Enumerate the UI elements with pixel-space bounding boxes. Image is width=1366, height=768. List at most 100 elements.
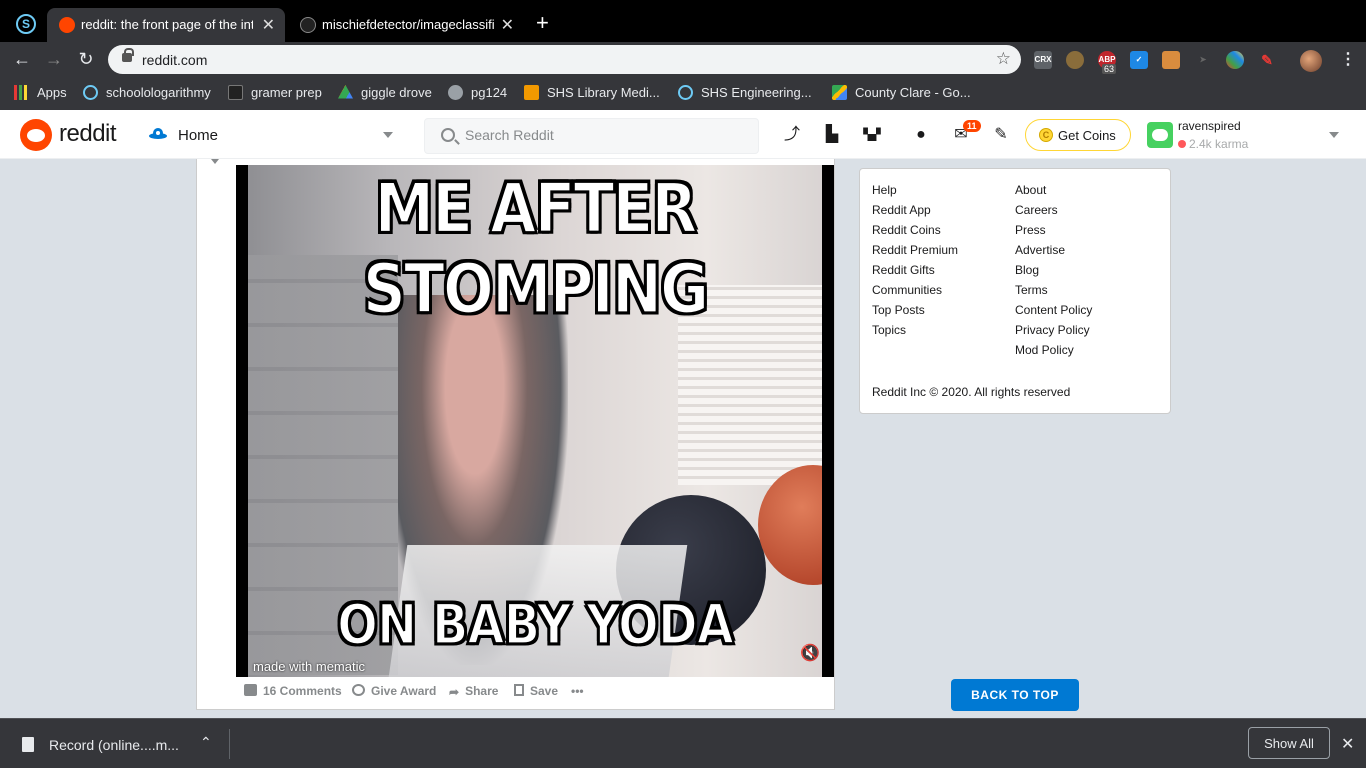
close-downloads-icon[interactable]: ✕ xyxy=(1341,734,1354,754)
chevron-down-icon[interactable] xyxy=(383,132,393,138)
karma-count: 2.4k karma xyxy=(1189,137,1249,151)
meme-bottom-caption: ON BABY YODA xyxy=(336,592,735,659)
home-feed-label[interactable]: Home xyxy=(178,127,218,144)
bookmark-giggle-drove[interactable]: giggle drove xyxy=(338,85,432,100)
extension-badge: 63 xyxy=(1102,64,1117,74)
mute-icon[interactable]: 🔇 xyxy=(800,643,820,663)
give-award-button[interactable]: Give Award xyxy=(352,684,436,698)
footer-link-privacy-policy[interactable]: Privacy Policy xyxy=(1015,323,1090,337)
reload-icon[interactable]: ↻ xyxy=(75,49,97,70)
bookmark-star-icon[interactable]: ☆ xyxy=(996,49,1011,69)
footer-link-reddit-gifts[interactable]: Reddit Gifts xyxy=(872,263,935,277)
chrome-profile-avatar[interactable] xyxy=(1300,50,1322,72)
footer-link-reddit-coins[interactable]: Reddit Coins xyxy=(872,223,941,237)
owl-extension-icon[interactable] xyxy=(1066,51,1084,69)
search-input[interactable] xyxy=(465,127,745,143)
footer-link-top-posts[interactable]: Top Posts xyxy=(872,303,925,317)
footer-link-advertise[interactable]: Advertise xyxy=(1015,243,1065,257)
bookmark-label: pg124 xyxy=(471,85,508,100)
box-extension-icon[interactable] xyxy=(1162,51,1180,69)
download-item-name[interactable]: Record (online....m... xyxy=(49,737,179,753)
username[interactable]: ravenspired xyxy=(1178,119,1241,133)
footer-link-careers[interactable]: Careers xyxy=(1015,203,1058,217)
bookmark-label: County Clare - Go... xyxy=(855,85,971,100)
footer-link-mod-policy[interactable]: Mod Policy xyxy=(1015,343,1074,357)
apps-grid-icon xyxy=(14,85,29,100)
footer-link-communities[interactable]: Communities xyxy=(872,283,942,297)
bookmark-label: Apps xyxy=(37,85,67,100)
collapse-caret-icon[interactable] xyxy=(211,159,219,164)
save-button[interactable]: Save xyxy=(514,684,558,698)
footer-link-content-policy[interactable]: Content Policy xyxy=(1015,303,1092,317)
bookmark-apps[interactable]: Apps xyxy=(14,85,67,100)
user-menu-chevron-icon[interactable] xyxy=(1329,132,1339,138)
checkmark-extension-icon[interactable]: ✓ xyxy=(1130,51,1148,69)
share-button[interactable]: ➦ Share xyxy=(449,684,498,699)
notification-badge: 11 xyxy=(963,120,981,132)
bookmark-pg124[interactable]: pg124 xyxy=(448,85,507,100)
browser-toolbar: ← → ↻ reddit.com ☆ CRX ABP ✓ ➤ ✎ ⋮ xyxy=(0,42,1366,78)
footer-link-terms[interactable]: Terms xyxy=(1015,283,1048,297)
footer-link-blog[interactable]: Blog xyxy=(1015,263,1039,277)
address-bar[interactable]: reddit.com ☆ xyxy=(108,45,1021,74)
footer-link-press[interactable]: Press xyxy=(1015,223,1046,237)
tab-reddit[interactable]: reddit: the front page of the internet ✕ xyxy=(47,8,285,42)
forward-arrow-icon[interactable]: → xyxy=(43,49,65,70)
arrow-extension-icon[interactable]: ➤ xyxy=(1194,51,1212,69)
tab-title: mischiefdetector/imageclassifier xyxy=(322,17,494,32)
schoology-icon xyxy=(678,85,693,100)
get-coins-button[interactable]: C Get Coins xyxy=(1025,119,1131,151)
rpan-icon[interactable]: ▚▞ xyxy=(863,126,881,144)
chat-icon[interactable]: ● xyxy=(912,126,930,144)
get-coins-label: Get Coins xyxy=(1058,128,1116,143)
new-tab-icon[interactable]: + xyxy=(536,10,549,36)
bookmark-label: gramer prep xyxy=(251,85,322,100)
schoology-profile-icon[interactable]: S xyxy=(16,14,36,34)
bookmark-schoolologarithmy[interactable]: schoolologarithmy xyxy=(83,85,211,100)
reddit-logo-icon[interactable] xyxy=(20,119,52,151)
more-options-icon[interactable]: ••• xyxy=(571,684,584,698)
color-extension-icon[interactable] xyxy=(1226,51,1244,69)
bookmark-county-clare[interactable]: County Clare - Go... xyxy=(832,85,971,100)
footer-link-reddit-app[interactable]: Reddit App xyxy=(872,203,931,217)
close-icon[interactable]: ✕ xyxy=(262,15,275,35)
globe-icon xyxy=(448,85,463,100)
back-arrow-icon[interactable]: ← xyxy=(11,49,33,70)
schoology-icon xyxy=(83,85,98,100)
karma-icon xyxy=(1178,140,1186,148)
search-box[interactable] xyxy=(424,118,759,154)
bookmark-label: SHS Library Medi... xyxy=(547,85,660,100)
award-icon xyxy=(352,684,365,696)
github-favicon-icon xyxy=(300,17,316,33)
trending-icon[interactable]: ⤴ xyxy=(783,126,801,144)
post-video[interactable]: ME AFTER STOMPING ON BABY YODA made with… xyxy=(236,165,834,677)
coin-icon: C xyxy=(1039,128,1053,142)
file-icon xyxy=(22,737,34,752)
bookmark-icon xyxy=(514,684,524,696)
reddit-wordmark[interactable]: reddit xyxy=(59,120,117,148)
avatar[interactable] xyxy=(1147,122,1173,148)
footer-link-about[interactable]: About xyxy=(1015,183,1046,197)
show-all-button[interactable]: Show All xyxy=(1248,727,1330,759)
leaderboard-icon[interactable]: ▙ xyxy=(823,126,841,144)
tab-github[interactable]: mischiefdetector/imageclassifier ✕ xyxy=(288,8,524,42)
footer-link-topics[interactable]: Topics xyxy=(872,323,906,337)
bookmark-shs-engineering[interactable]: SHS Engineering... xyxy=(678,85,812,100)
copyright-text: Reddit Inc © 2020. All rights reserved xyxy=(872,385,1071,399)
pen-extension-icon[interactable]: ✎ xyxy=(1258,51,1276,69)
chrome-menu-icon[interactable]: ⋮ xyxy=(1340,49,1356,69)
footer-link-reddit-premium[interactable]: Reddit Premium xyxy=(872,243,958,257)
create-post-icon[interactable]: ✎ xyxy=(992,126,1010,144)
crx-extension-icon[interactable]: CRX xyxy=(1034,51,1052,69)
bookmark-gramer-prep[interactable]: gramer prep xyxy=(228,85,322,100)
footer-link-help[interactable]: Help xyxy=(872,183,897,197)
close-icon[interactable]: ✕ xyxy=(501,15,514,35)
url-text: reddit.com xyxy=(142,52,208,68)
bookmarks-bar: Apps schoolologarithmy gramer prep giggl… xyxy=(0,78,1366,110)
comments-button[interactable]: 16 Comments xyxy=(244,684,342,698)
chevron-up-icon[interactable]: ⌃ xyxy=(200,734,212,751)
back-to-top-button[interactable]: BACK TO TOP xyxy=(951,679,1079,711)
reddit-favicon-icon xyxy=(59,17,75,33)
meme-top-caption: ME AFTER STOMPING xyxy=(362,167,711,330)
bookmark-shs-library[interactable]: SHS Library Medi... xyxy=(524,85,660,100)
